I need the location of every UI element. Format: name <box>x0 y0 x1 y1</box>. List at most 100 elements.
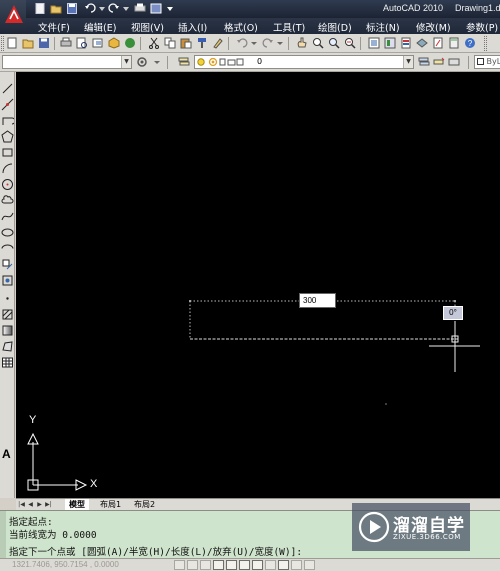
infer-constraints-toggle[interactable] <box>174 560 185 570</box>
point-icon[interactable] <box>1 292 14 305</box>
workspace-settings-icon[interactable] <box>136 56 148 68</box>
properties-icon[interactable] <box>368 37 380 49</box>
chevron-down-icon[interactable]: ▼ <box>403 56 413 68</box>
toolbar-redo-icon[interactable] <box>262 37 274 49</box>
layer-combo[interactable]: 0 ▼ <box>194 55 414 69</box>
etransmit-icon[interactable] <box>124 37 136 49</box>
polygon-icon[interactable] <box>1 130 14 143</box>
tab-prev-icon[interactable]: ◀ <box>27 500 34 509</box>
plot-print-icon[interactable] <box>60 37 72 49</box>
dynamic-input-length[interactable]: 300 <box>299 293 336 308</box>
menu-parametric[interactable]: 参数(P) <box>466 20 498 34</box>
toolbar-grip[interactable] <box>1 36 4 51</box>
block-editor-icon[interactable] <box>212 37 224 49</box>
revision-cloud-icon[interactable] <box>1 194 14 207</box>
menu-draw[interactable]: 绘图(D) <box>318 20 352 34</box>
polar-tracking-toggle[interactable] <box>226 560 237 570</box>
layer-isolate-icon[interactable] <box>448 56 460 68</box>
make-block-icon[interactable] <box>1 274 14 287</box>
plot-preview-icon[interactable] <box>76 37 88 49</box>
markup-set-icon[interactable] <box>432 37 444 49</box>
ellipse-icon[interactable] <box>1 226 14 239</box>
tab-last-icon[interactable]: ▶| <box>45 500 52 509</box>
toolbar-undo-icon[interactable] <box>236 37 248 49</box>
workspace-icon[interactable] <box>150 3 162 14</box>
menu-tools[interactable]: 工具(T) <box>273 20 305 34</box>
construction-line-icon[interactable] <box>1 98 14 111</box>
table-icon[interactable] <box>1 356 14 369</box>
sheet-set-icon[interactable] <box>416 37 428 49</box>
design-center-icon[interactable] <box>384 37 396 49</box>
tab-layout1[interactable]: 布局1 <box>96 499 125 510</box>
tool-palettes-icon[interactable] <box>400 37 412 49</box>
multiline-text-icon[interactable]: A <box>2 447 11 461</box>
zoom-realtime-icon[interactable] <box>312 37 324 49</box>
object-snap-tracking-toggle[interactable] <box>252 560 263 570</box>
coordinate-display[interactable]: 1321.7406, 950.7154 , 0.0000 <box>12 560 119 569</box>
line-icon[interactable] <box>1 82 14 95</box>
menu-edit[interactable]: 编辑(E) <box>84 20 116 34</box>
circle-icon[interactable] <box>1 178 14 191</box>
insert-block-icon[interactable] <box>1 258 14 271</box>
color-combo[interactable]: ByLayer <box>474 55 500 69</box>
redo-list-dropdown-icon[interactable] <box>274 37 286 49</box>
match-properties-icon[interactable] <box>196 37 208 49</box>
dynamic-input-angle[interactable]: 0° <box>443 306 463 320</box>
redo-icon[interactable] <box>108 3 120 14</box>
tab-layout2[interactable]: 布局2 <box>130 499 159 510</box>
paste-icon[interactable] <box>180 37 192 49</box>
qnew-icon[interactable] <box>6 37 18 49</box>
layer-previous-icon[interactable] <box>433 56 445 68</box>
tab-first-icon[interactable]: |◀ <box>18 500 25 509</box>
dynamic-input-toggle[interactable] <box>278 560 289 570</box>
redo-dropdown-icon[interactable] <box>120 3 132 14</box>
new-icon[interactable] <box>34 3 46 14</box>
copy-icon[interactable] <box>164 37 176 49</box>
menu-insert[interactable]: 插入(I) <box>178 20 207 34</box>
cut-icon[interactable] <box>148 37 160 49</box>
snap-mode-toggle[interactable] <box>187 560 198 570</box>
tab-next-icon[interactable]: ▶ <box>36 500 43 509</box>
pan-icon[interactable] <box>296 37 308 49</box>
ellipse-arc-icon[interactable] <box>1 242 14 255</box>
ortho-mode-toggle[interactable] <box>213 560 224 570</box>
lineweight-toggle[interactable] <box>291 560 302 570</box>
publish-icon[interactable] <box>92 37 104 49</box>
object-snap-toggle[interactable] <box>239 560 250 570</box>
rectangle-icon[interactable] <box>1 146 14 159</box>
quick-access-dropdown-icon[interactable] <box>164 3 176 14</box>
command-window-scrollbar[interactable] <box>0 511 6 559</box>
menu-dimension[interactable]: 标注(N) <box>366 20 400 34</box>
quickcalc-icon[interactable] <box>448 37 460 49</box>
command-prompt[interactable]: 指定下一个点或 [圆弧(A)/半宽(H)/长度(L)/放弃(U)/宽度(W)]: <box>9 544 302 558</box>
make-object-layer-current-icon[interactable] <box>418 56 430 68</box>
gradient-icon[interactable] <box>1 324 14 337</box>
zoom-window-icon[interactable] <box>328 37 340 49</box>
undo-icon[interactable] <box>84 3 96 14</box>
save-icon[interactable] <box>66 3 78 14</box>
undo-list-dropdown-icon[interactable] <box>248 37 260 49</box>
polyline-icon[interactable] <box>1 114 14 127</box>
toolbar-grip[interactable] <box>484 36 487 51</box>
workspace-combo[interactable]: ▼ <box>2 55 132 69</box>
menu-view[interactable]: 视图(V) <box>131 20 164 34</box>
drawing-canvas[interactable]: Y X 300 0° <box>16 72 500 498</box>
open-icon[interactable] <box>50 3 62 14</box>
quick-properties-toggle[interactable] <box>304 560 315 570</box>
menu-file[interactable]: 文件(F) <box>38 20 70 34</box>
application-menu-button[interactable] <box>0 0 26 34</box>
menu-format[interactable]: 格式(O) <box>224 20 258 34</box>
grid-display-toggle[interactable] <box>200 560 211 570</box>
tab-model[interactable]: 模型 <box>65 499 89 510</box>
3d-dwf-icon[interactable] <box>108 37 120 49</box>
menu-modify[interactable]: 修改(M) <box>416 20 451 34</box>
zoom-previous-icon[interactable] <box>344 37 356 49</box>
hatch-icon[interactable] <box>1 308 14 321</box>
chevron-down-icon[interactable]: ▼ <box>121 56 131 68</box>
workspace-dropdown-icon[interactable] <box>151 56 163 68</box>
plot-icon[interactable] <box>134 3 146 14</box>
help-icon[interactable]: ? <box>464 37 476 49</box>
region-icon[interactable] <box>1 340 14 353</box>
layer-properties-icon[interactable] <box>178 56 190 68</box>
save-file-icon[interactable] <box>38 37 50 49</box>
